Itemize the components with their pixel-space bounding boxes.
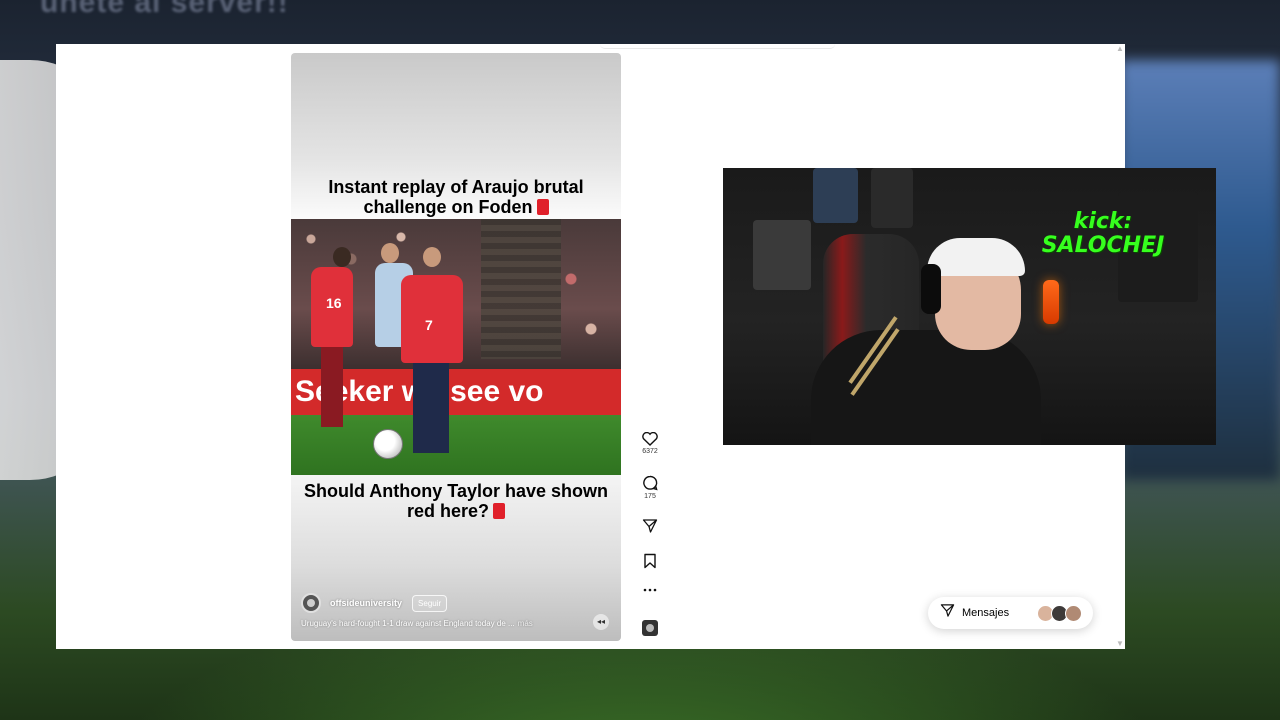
messages-button[interactable]: Mensajes — [928, 597, 1093, 629]
player-head — [381, 243, 399, 263]
account-name[interactable]: offsideuniversity — [330, 598, 402, 608]
background-title: únete al server!! — [40, 0, 289, 19]
streamer-cap — [927, 238, 1025, 276]
reel-caption[interactable]: Uruguay's hard-fought 1-1 draw against E… — [301, 619, 533, 628]
save-button[interactable] — [638, 553, 662, 569]
reel-headline-top: Instant replay of Araujo brutal challeng… — [291, 177, 621, 217]
account-avatar[interactable] — [301, 593, 321, 613]
audio-track-button[interactable] — [638, 620, 662, 636]
follow-button[interactable]: Seguir — [412, 594, 448, 612]
reel-headline-bottom: Should Anthony Taylor have shown red her… — [291, 481, 621, 521]
streamer-webcam: kick: SALOCHEJ — [723, 168, 1216, 445]
like-button[interactable]: 6372 — [638, 432, 662, 455]
share-button[interactable] — [638, 518, 662, 534]
heart-icon — [638, 432, 662, 446]
caption-more-link[interactable]: más — [518, 619, 533, 628]
comment-count: 175 — [644, 493, 656, 500]
caption-text: Uruguay's hard-fought 1-1 draw against E… — [301, 619, 515, 628]
microphone — [1043, 280, 1059, 324]
player-england-16: 16 — [311, 267, 353, 427]
message-avatars — [1037, 604, 1082, 622]
bookmark-icon — [638, 553, 662, 569]
kick-channel-overlay: kick: SALOCHEJ — [1028, 210, 1178, 258]
top-edge — [600, 44, 835, 49]
like-count: 6372 — [642, 448, 658, 455]
channel-name: SALOCHEJ — [1041, 233, 1165, 258]
player-head — [423, 247, 441, 267]
siren-icon — [536, 199, 549, 215]
scroll-up-arrow-icon[interactable]: ▲ — [1115, 44, 1125, 54]
comment-icon — [638, 475, 662, 491]
football — [373, 429, 403, 459]
red-card-icon — [493, 503, 506, 519]
player-head — [333, 247, 351, 267]
headline-bottom-text: Should Anthony Taylor have shown red her… — [303, 481, 608, 521]
more-options-button[interactable] — [638, 586, 662, 594]
messages-label: Mensajes — [962, 607, 1010, 619]
send-icon — [940, 603, 955, 623]
player-england-7: 7 — [401, 275, 463, 453]
headset — [921, 264, 941, 314]
mute-icon[interactable]: ◂◂ — [593, 614, 609, 630]
send-icon — [638, 518, 662, 534]
streamer-body — [811, 330, 1041, 445]
avatar — [1065, 604, 1082, 622]
ellipsis-icon — [638, 586, 662, 594]
reel-account-row: offsideuniversity Seguir — [301, 593, 448, 613]
wall-shirt — [871, 168, 913, 228]
stand — [481, 219, 561, 359]
comment-button[interactable]: 175 — [638, 475, 662, 500]
reel-video[interactable]: Instant replay of Araujo brutal challeng… — [291, 53, 621, 641]
wall-shirt — [753, 220, 811, 290]
scroll-down-arrow-icon[interactable]: ▼ — [1115, 639, 1125, 649]
wall-shirt — [813, 168, 858, 223]
kick-label: kick: — [1073, 209, 1133, 234]
audio-avatar-icon — [642, 620, 658, 636]
match-photo: Seeker we see vo 16 7 — [291, 219, 621, 475]
